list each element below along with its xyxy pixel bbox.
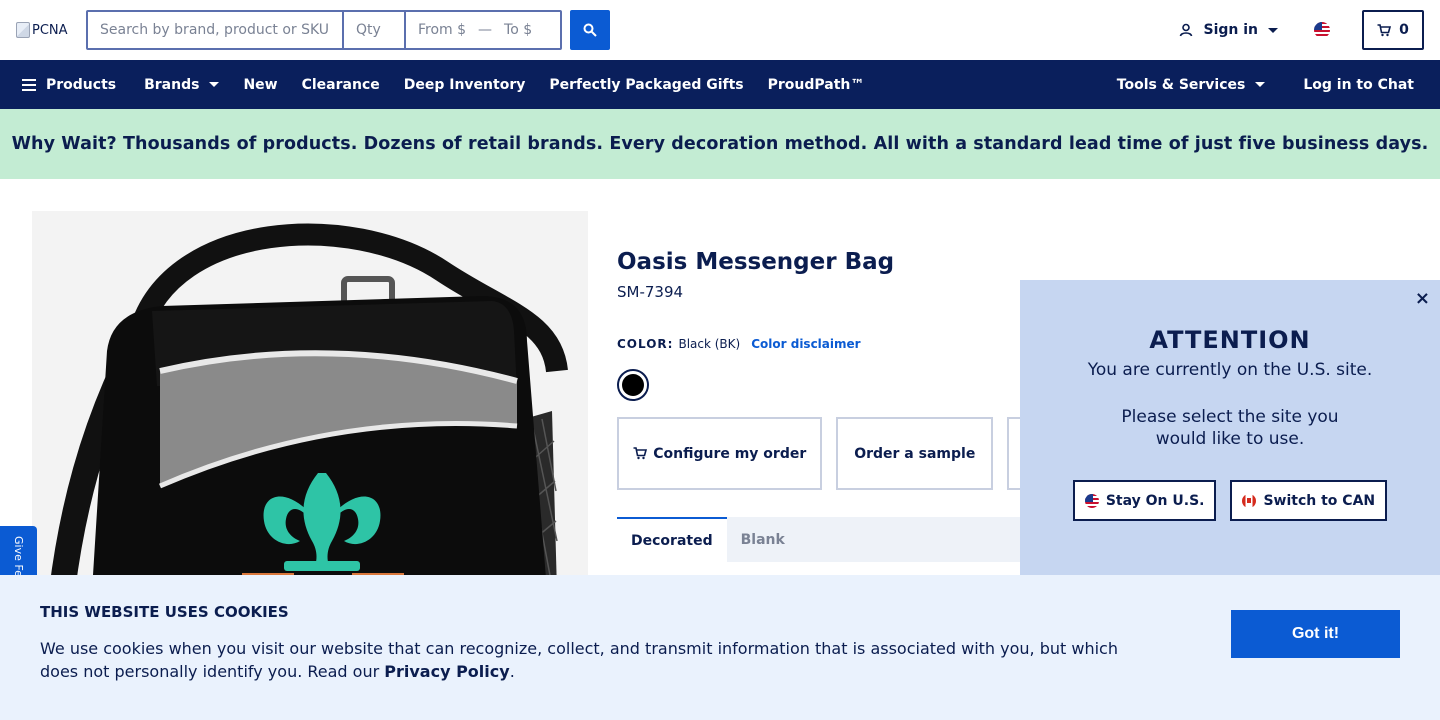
close-icon[interactable]: × <box>1415 288 1430 309</box>
stay-on-us-button[interactable]: Stay On U.S. <box>1072 480 1217 521</box>
color-disclaimer-link[interactable]: Color disclaimer <box>751 337 860 351</box>
price-to-input[interactable]: To $ <box>504 22 532 38</box>
nav-deep-inventory[interactable]: Deep Inventory <box>404 77 526 93</box>
cookie-accept-button[interactable]: Got it! <box>1231 610 1400 658</box>
color-value: Black (BK) <box>678 337 741 351</box>
nav-tools-services[interactable]: Tools & Services <box>1117 77 1266 93</box>
promo-banner-text: Why Wait? Thousands of products. Dozens … <box>11 134 1429 154</box>
region-popup-current-site: You are currently on the U.S. site. <box>1087 360 1373 380</box>
cookie-banner: THIS WEBSITE USES COOKIES We use cookies… <box>0 575 1440 720</box>
pcna-logo[interactable]: PCNA <box>16 18 76 42</box>
region-popup-heading: ATTENTION <box>1149 326 1311 354</box>
product-tabs: Decorated Blank <box>617 517 1037 562</box>
product-title: Oasis Messenger Bag <box>617 249 895 275</box>
tab-decorated[interactable]: Decorated <box>617 517 727 562</box>
cart-button[interactable]: 0 <box>1362 10 1424 50</box>
us-flag-icon <box>1084 493 1099 508</box>
product-actions: Configure my order Order a sample <box>617 417 1037 490</box>
region-popup-buttons: Stay On U.S. Switch to CAN <box>1020 480 1440 521</box>
qty-input[interactable]: Qty <box>344 12 406 48</box>
chevron-down-icon <box>209 82 220 87</box>
cookie-heading: THIS WEBSITE USES COOKIES <box>40 603 289 621</box>
search-input[interactable]: Search by brand, product or SKU <box>88 12 344 48</box>
product-sku: SM-7394 <box>617 283 684 301</box>
privacy-policy-link[interactable]: Privacy Policy <box>384 662 509 681</box>
nav-gifts[interactable]: Perfectly Packaged Gifts <box>549 77 743 93</box>
sign-in-menu[interactable]: Sign in <box>1179 22 1278 38</box>
nav-brands[interactable]: Brands <box>144 77 220 93</box>
product-info: Oasis Messenger Bag SM-7394 COLOR: Black… <box>617 249 1037 562</box>
cart-icon <box>633 447 648 460</box>
product-image[interactable] <box>32 211 588 591</box>
header-actions: Sign in 0 <box>1179 10 1424 50</box>
color-swatch-black[interactable] <box>617 369 649 401</box>
nav-proudpath[interactable]: ProudPath™ <box>768 77 865 93</box>
cart-icon <box>1377 23 1392 36</box>
us-flag-icon[interactable] <box>1314 22 1330 38</box>
price-from-input[interactable]: From $ <box>418 22 466 38</box>
canada-flag-icon <box>1242 493 1257 508</box>
nav-right: Tools & Services Log in to Chat <box>1117 77 1418 93</box>
price-range: From $ — To $ <box>406 12 560 48</box>
user-icon <box>1180 23 1193 37</box>
switch-to-can-button[interactable]: Switch to CAN <box>1230 480 1388 521</box>
nav-chat-login[interactable]: Log in to Chat <box>1303 77 1414 93</box>
sign-in-label: Sign in <box>1203 22 1258 38</box>
color-label: COLOR: <box>617 337 674 351</box>
nav-products[interactable]: Products <box>22 77 116 93</box>
price-separator: — <box>478 22 493 38</box>
color-row: COLOR: Black (BK) Color disclaimer <box>617 337 1037 351</box>
nav-clearance[interactable]: Clearance <box>302 77 380 93</box>
logo-alt-text: PCNA <box>32 22 68 38</box>
broken-image-icon <box>16 22 30 38</box>
messenger-bag-image <box>32 211 588 591</box>
hamburger-icon <box>22 78 36 91</box>
cookie-body: We use cookies when you visit our websit… <box>40 639 1118 681</box>
search-group: Search by brand, product or SKU Qty From… <box>86 10 562 50</box>
feedback-label: Give Fe <box>12 536 25 577</box>
configure-order-button[interactable]: Configure my order <box>617 417 823 490</box>
tab-blank[interactable]: Blank <box>727 517 799 562</box>
site-header: PCNA Search by brand, product or SKU Qty… <box>0 0 1440 60</box>
main-nav: Products Brands New Clearance Deep Inven… <box>0 60 1440 109</box>
chevron-down-icon <box>1268 27 1278 33</box>
nav-new[interactable]: New <box>243 77 277 93</box>
chevron-down-icon <box>1255 82 1266 87</box>
region-popup-instruction: Please select the site you would like to… <box>1121 407 1339 449</box>
cart-count: 0 <box>1399 22 1409 38</box>
search-button[interactable] <box>570 10 610 50</box>
region-popup: × ATTENTION You are currently on the U.S… <box>1020 280 1440 575</box>
order-sample-button[interactable]: Order a sample <box>836 417 994 490</box>
search-icon <box>583 23 597 37</box>
promo-banner: Why Wait? Thousands of products. Dozens … <box>0 109 1440 179</box>
